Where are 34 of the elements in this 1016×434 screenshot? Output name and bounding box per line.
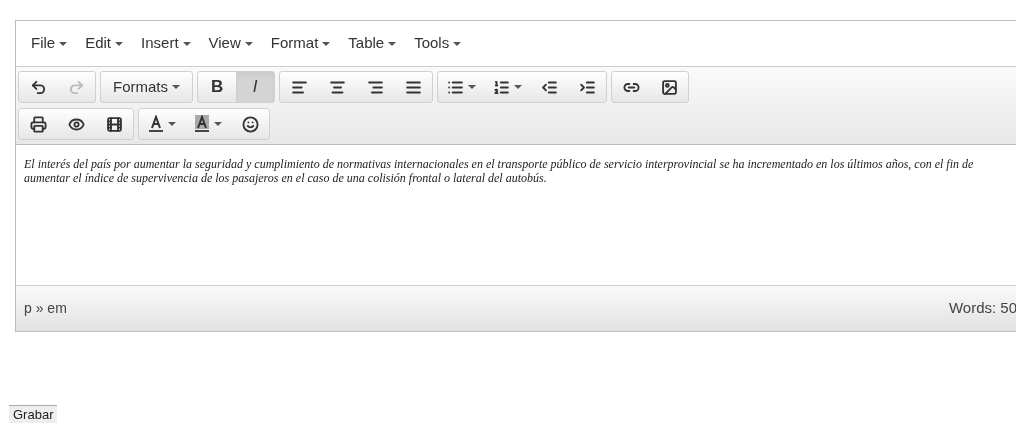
caret-icon <box>513 85 522 89</box>
bold-button[interactable]: B <box>198 72 236 102</box>
smiley-icon <box>241 115 259 133</box>
caret-icon <box>214 122 222 126</box>
highlight-icon <box>194 115 210 133</box>
menu-item[interactable]: Insert <box>141 32 191 55</box>
caret-icon <box>168 122 176 126</box>
printer-icon <box>29 115 47 133</box>
numbered-list-icon <box>492 78 510 96</box>
italic-button[interactable]: I <box>236 72 274 102</box>
menu-item[interactable]: Format <box>270 32 331 55</box>
caret-icon <box>59 41 68 46</box>
menu-item[interactable]: Table <box>348 32 397 55</box>
caret-icon <box>467 85 476 89</box>
caret-icon <box>388 41 397 46</box>
menu-item[interactable]: Edit <box>85 32 124 55</box>
caret-icon <box>115 41 124 46</box>
menu-item[interactable]: File <box>31 32 68 55</box>
film-icon <box>105 115 123 133</box>
caret-icon <box>172 85 180 89</box>
menu-item[interactable]: Tools <box>414 32 462 55</box>
save-button[interactable]: Grabar <box>9 405 58 423</box>
image-icon <box>660 78 678 96</box>
caret-icon <box>182 41 191 46</box>
caret-icon <box>322 41 331 46</box>
undo-icon <box>29 78 47 96</box>
redo-icon <box>67 78 85 96</box>
paragraph: El interés del país por aumentar la seguridad y cumplimiento de normativas internacionales en el transporte público de servicio interprovincial se ha incrementado en los últimos años, con el fin de aumentar el índice de supervivencia de los pasajeros en el caso de una colisión frontal o lateral del autobús. <box>24 157 975 185</box>
formats-dropdown[interactable]: Formats <box>101 72 192 102</box>
caret-icon <box>244 41 253 46</box>
element-path: p » em <box>24 299 67 318</box>
menu-item[interactable]: View <box>208 32 253 55</box>
word-count: Words: 50 <box>948 298 1016 319</box>
caret-icon <box>453 41 462 46</box>
